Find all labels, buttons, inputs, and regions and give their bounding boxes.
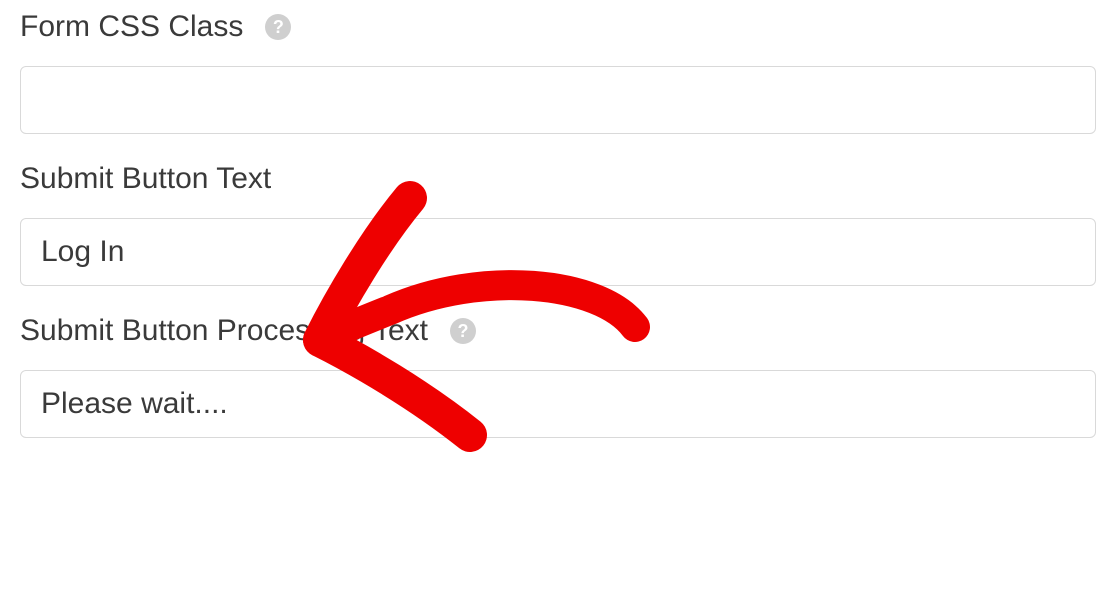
form-css-class-input[interactable]	[20, 66, 1096, 134]
field-label-row: Submit Button Processing Text ?	[20, 314, 1096, 348]
submit-button-processing-text-input[interactable]	[20, 370, 1096, 438]
field-form-css-class: Form CSS Class ?	[20, 10, 1096, 134]
help-icon[interactable]: ?	[450, 318, 476, 344]
submit-button-text-input[interactable]	[20, 218, 1096, 286]
field-label-row: Form CSS Class ?	[20, 10, 1096, 44]
form-css-class-label: Form CSS Class	[20, 10, 243, 44]
field-submit-button-text: Submit Button Text	[20, 162, 1096, 286]
field-label-row: Submit Button Text	[20, 162, 1096, 196]
form-settings-panel: Form CSS Class ? Submit Button Text Subm…	[0, 0, 1116, 438]
submit-button-text-label: Submit Button Text	[20, 162, 271, 196]
submit-button-processing-text-label: Submit Button Processing Text	[20, 314, 428, 348]
field-submit-button-processing-text: Submit Button Processing Text ?	[20, 314, 1096, 438]
help-icon[interactable]: ?	[265, 14, 291, 40]
